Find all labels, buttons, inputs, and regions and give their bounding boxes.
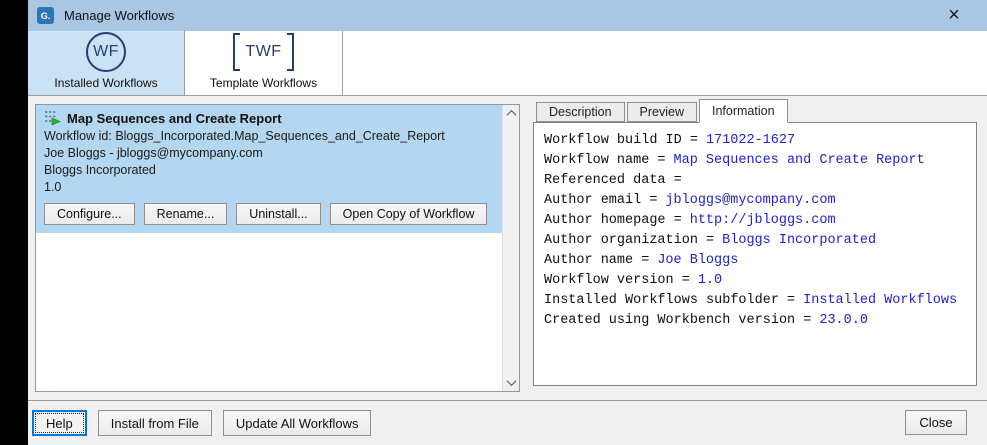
manage-workflows-dialog: G. Manage Workflows × WF Installed Workf…	[28, 0, 987, 445]
detail-panel: Description Preview Information Workflow…	[533, 98, 977, 386]
workflow-author-line: Joe Bloggs - jbloggs@mycompany.com	[44, 145, 494, 162]
install-from-file-button[interactable]: Install from File	[98, 410, 212, 436]
info-line: Installed Workflows subfolder =Installed…	[544, 291, 966, 311]
info-line: Referenced data =	[544, 171, 966, 191]
help-button[interactable]: Help	[32, 410, 87, 436]
tab-template-workflows[interactable]: TWF Template Workflows	[184, 31, 343, 95]
detail-tabbar: Description Preview Information	[533, 98, 977, 122]
tab-template-workflows-label: Template Workflows	[210, 76, 317, 90]
close-button[interactable]: Close	[905, 410, 967, 435]
workflow-item-title: Map Sequences and Create Report	[67, 111, 282, 126]
information-panel: Workflow build ID =171022-1627 Workflow …	[533, 122, 977, 386]
configure-button[interactable]: Configure...	[44, 203, 135, 225]
installed-workflows-icon: WF	[86, 32, 126, 72]
info-line: Workflow version =1.0	[544, 271, 966, 291]
rename-button[interactable]: Rename...	[144, 203, 228, 225]
scroll-up-icon[interactable]	[503, 105, 520, 122]
main-area: Map Sequences and Create Report Workflow…	[28, 96, 987, 400]
workflow-type-tabbar: WF Installed Workflows TWF Template Work…	[28, 31, 987, 96]
bracket-left-icon	[233, 33, 240, 71]
info-line: Workflow build ID =171022-1627	[544, 131, 966, 151]
tab-installed-workflows[interactable]: WF Installed Workflows	[28, 31, 184, 95]
info-line: Workflow name =Map Sequences and Create …	[544, 151, 966, 171]
footer-bar: Help Install from File Update All Workfl…	[28, 400, 987, 445]
bracket-right-icon	[287, 33, 294, 71]
update-all-workflows-button[interactable]: Update All Workflows	[223, 410, 372, 436]
window-title: Manage Workflows	[64, 8, 174, 23]
info-line: Author email =jbloggs@mycompany.com	[544, 191, 966, 211]
tab-description[interactable]: Description	[536, 102, 625, 122]
screen: G. Manage Workflows × WF Installed Workf…	[0, 0, 987, 445]
template-workflows-icon: TWF	[233, 31, 293, 72]
open-copy-of-workflow-button[interactable]: Open Copy of Workflow	[330, 203, 488, 225]
list-viewport: Map Sequences and Create Report Workflow…	[36, 105, 502, 391]
workflow-org-line: Bloggs Incorporated	[44, 162, 494, 179]
workflow-version-line: 1.0	[44, 179, 494, 196]
tab-information[interactable]: Information	[699, 99, 788, 123]
title-bar[interactable]: G. Manage Workflows ×	[28, 0, 987, 31]
workflow-list-item[interactable]: Map Sequences and Create Report Workflow…	[36, 105, 502, 233]
workflow-icon	[44, 110, 61, 126]
window-close-icon[interactable]: ×	[939, 0, 969, 31]
tab-preview[interactable]: Preview	[627, 102, 697, 122]
tab-installed-workflows-label: Installed Workflows	[54, 76, 157, 90]
installed-workflows-list: Map Sequences and Create Report Workflow…	[35, 104, 520, 392]
info-line: Author name =Joe Bloggs	[544, 251, 966, 271]
info-line: Created using Workbench version =23.0.0	[544, 311, 966, 331]
list-scrollbar[interactable]	[502, 105, 519, 391]
info-line: Author organization =Bloggs Incorporated	[544, 231, 966, 251]
app-icon: G.	[37, 7, 54, 24]
scroll-down-icon[interactable]	[503, 374, 520, 391]
uninstall-button[interactable]: Uninstall...	[236, 203, 320, 225]
workflow-id-line: Workflow id: Bloggs_Incorporated.Map_Seq…	[44, 128, 494, 145]
info-line: Author homepage =http://jbloggs.com	[544, 211, 966, 231]
